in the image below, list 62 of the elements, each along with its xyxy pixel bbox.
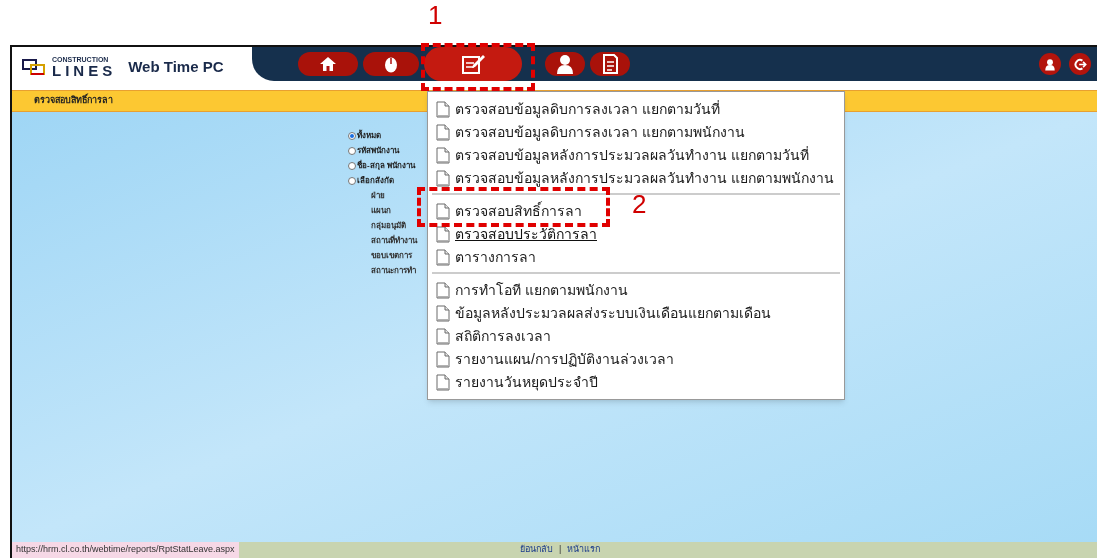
page-icon	[436, 249, 450, 266]
radio-label: ทั้งหมด	[357, 130, 381, 142]
edit-document-icon	[460, 53, 486, 75]
radio-button[interactable]	[348, 177, 356, 185]
field-label: สถานที่ทำงาน	[371, 235, 417, 247]
menu-item[interactable]: รายงานแผน/การปฏิบัติงานล่วงเวลา	[432, 348, 674, 371]
menu-item[interactable]: ข้อมูลหลังประมวลผลส่งระบบเงินเดือนแยกตามเดือน	[432, 302, 771, 325]
field-label: สถานะการทำ	[371, 265, 416, 277]
page-icon	[436, 170, 450, 187]
mouse-icon	[383, 55, 399, 73]
page-icon	[436, 282, 450, 299]
nav-button[interactable]	[363, 52, 419, 76]
person-icon	[555, 53, 575, 75]
radio-button[interactable]	[348, 162, 356, 170]
status-url: https://hrm.cl.co.th/webtime/reports/RptStatLeave.aspx	[12, 542, 239, 558]
step-number: 1	[428, 2, 443, 28]
menu-item[interactable]: ตรวจสอบข้อมูลหลังการประมวลผลวันทำงาน แยกตามพนักงาน	[432, 167, 834, 190]
logo-icon	[22, 59, 46, 75]
step-number: 2	[632, 191, 647, 217]
field-label: ขอบเขตการ	[371, 250, 412, 262]
page-icon	[436, 101, 450, 118]
menu-item[interactable]: ตรวจสอบสิทธิ์การลา	[432, 200, 582, 223]
document-icon	[601, 53, 619, 75]
radio-label: รหัสพนักงาน	[357, 145, 399, 157]
user-icon	[1044, 57, 1056, 71]
header-icon-button[interactable]	[1069, 53, 1091, 75]
logout-icon	[1073, 57, 1087, 71]
field-label: กลุ่มอนุมัติ	[371, 220, 406, 232]
home-icon	[319, 56, 337, 72]
menu-item[interactable]: ตรวจสอบข้อมูลดิบการลงเวลา แยกตามพนักงาน	[432, 121, 745, 144]
app-title: Web Time PC	[128, 56, 224, 77]
radio-button[interactable]	[348, 132, 356, 140]
header-icon-button[interactable]	[1039, 53, 1061, 75]
nav-button[interactable]	[424, 47, 522, 81]
page-icon	[436, 374, 450, 391]
menu-item[interactable]: รายงานวันหยุดประจำปี	[432, 371, 598, 394]
page-icon	[436, 328, 450, 345]
nav-button[interactable]	[545, 52, 585, 76]
page-icon	[436, 226, 450, 243]
page-icon	[436, 147, 450, 164]
menu-item[interactable]: สถิติการลงเวลา	[432, 325, 551, 348]
home-link[interactable]: หน้าแรก	[567, 543, 601, 557]
page-icon	[436, 351, 450, 368]
link-separator: |	[559, 543, 562, 557]
menu-item[interactable]: ตรวจสอบข้อมูลดิบการลงเวลา แยกตามวันที่	[432, 98, 720, 121]
menu-item[interactable]: การทำโอที แยกตามพนักงาน	[432, 279, 628, 302]
radio-button[interactable]	[348, 147, 356, 155]
menu-item[interactable]: ตารางการลา	[432, 246, 536, 269]
page-icon	[436, 305, 450, 322]
menu-item[interactable]: ตรวจสอบข้อมูลหลังการประมวลผลวันทำงาน แยกตามวันที่	[432, 144, 809, 167]
radio-label: เลือกสังกัด	[357, 175, 394, 187]
page-title: ตรวจสอบสิทธิ์การลา	[34, 94, 113, 108]
radio-label: ชื่อ-สกุล พนักงาน	[357, 160, 415, 172]
menu-item[interactable]: ตรวจสอบประวัติการลา	[432, 223, 597, 246]
nav-button[interactable]	[298, 52, 358, 76]
page-icon	[436, 124, 450, 141]
brand-name: LINES	[52, 63, 117, 78]
field-label: แผนก	[371, 205, 391, 217]
field-label: ฝ่าย	[371, 190, 385, 202]
nav-button[interactable]	[590, 52, 630, 76]
page-icon	[436, 203, 450, 220]
back-link[interactable]: ย้อนกลับ	[520, 543, 553, 557]
